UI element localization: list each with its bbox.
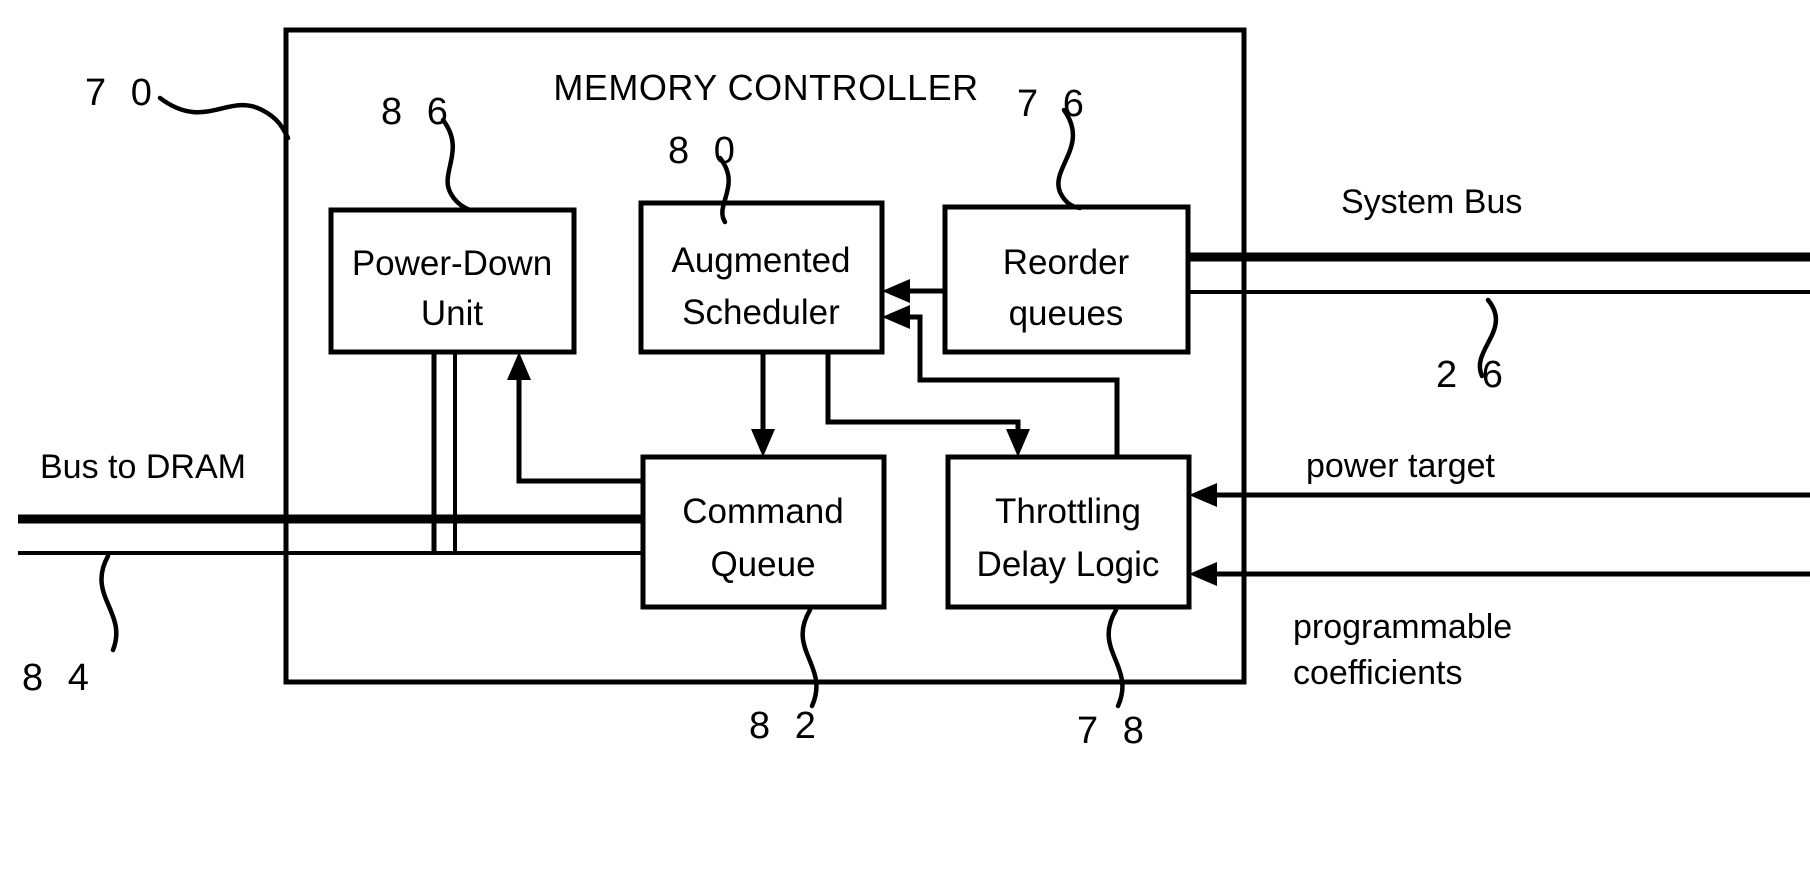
arrowhead-reorder-to-scheduler-upper [882, 279, 910, 303]
label-bus-to-dram: Bus to DRAM [40, 448, 246, 486]
block-label-reorder-queues-line2: queues [1009, 294, 1124, 333]
block-label-command-queue-line2: Queue [710, 545, 815, 584]
block-label-throttling-delay-logic-line1: Throttling [995, 492, 1141, 531]
label-programmable-coefficients-line1: programmable [1293, 608, 1512, 646]
arrowhead-command-queue-to-power-down-unit [507, 352, 531, 380]
figure-canvas: MEMORY CONTROLLER Power-Down Unit Augmen… [0, 0, 1810, 883]
block-label-reorder-queues-line1: Reorder [1003, 243, 1130, 282]
leader-bus-to-dram [99, 553, 119, 653]
refnum-augmented-scheduler: 8 0 [668, 130, 742, 172]
refnum-system-bus: 2 6 [1436, 354, 1510, 396]
label-system-bus: System Bus [1341, 183, 1522, 221]
block-command-queue[interactable] [640, 454, 887, 610]
block-label-augmented-scheduler-line1: Augmented [671, 241, 850, 280]
refnum-controller: 7 0 [85, 72, 159, 114]
refnum-throttling-delay-logic: 7 8 [1077, 710, 1151, 752]
memory-controller-title: MEMORY CONTROLLER [553, 67, 978, 108]
arrowhead-throttling-to-scheduler [882, 305, 910, 329]
leader-controller [157, 95, 291, 141]
block-label-power-down-unit-line2: Unit [421, 294, 484, 333]
block-label-augmented-scheduler-line2: Scheduler [682, 293, 840, 332]
label-programmable-coefficients-line2: coefficients [1293, 654, 1462, 692]
arrowhead-scheduler-to-command-queue [751, 429, 775, 457]
leader-throttling-delay-logic [1106, 607, 1125, 709]
block-throttling-delay-logic[interactable] [945, 454, 1192, 610]
wire-scheduler-to-throttling [825, 352, 1021, 441]
leader-command-queue [800, 607, 819, 709]
refnum-power-down-unit: 8 6 [381, 91, 455, 133]
block-label-command-queue-line1: Command [682, 492, 843, 531]
refnum-reorder-queues: 7 6 [1017, 83, 1091, 125]
label-power-target: power target [1306, 447, 1496, 485]
wire-command-queue-to-power-down-unit [516, 368, 643, 484]
block-diagram: MEMORY CONTROLLER Power-Down Unit Augmen… [18, 27, 1810, 752]
arrowhead-power-target-input [1189, 483, 1217, 507]
arrowhead-programmable-coefficients-input [1189, 562, 1217, 586]
block-label-power-down-unit-line1: Power-Down [352, 244, 552, 283]
leader-power-down-unit [440, 117, 473, 213]
arrowhead-scheduler-to-throttling [1006, 429, 1030, 457]
block-label-throttling-delay-logic-line2: Delay Logic [977, 545, 1160, 584]
refnum-command-queue: 8 2 [749, 705, 823, 747]
refnum-bus-to-dram: 8 4 [22, 657, 96, 699]
